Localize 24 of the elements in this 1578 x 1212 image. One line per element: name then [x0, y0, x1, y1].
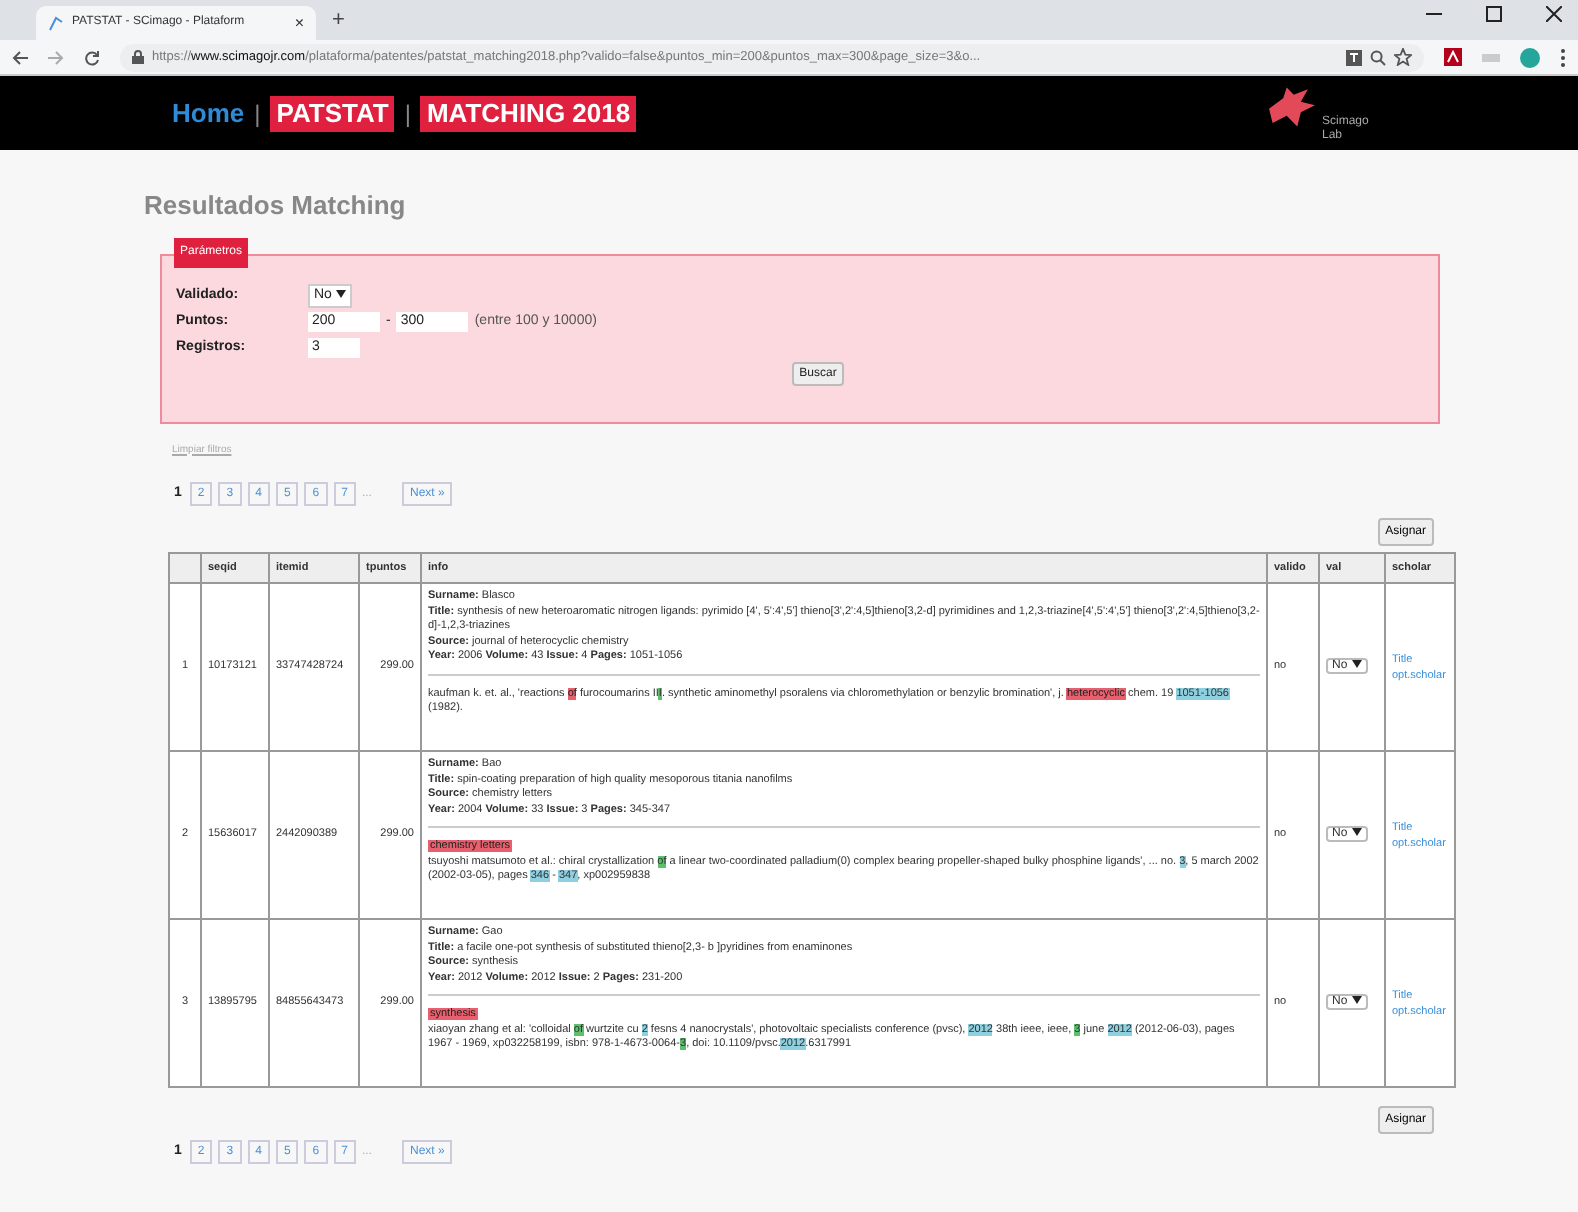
lock-icon: [132, 50, 144, 64]
caret-icon: [1351, 660, 1362, 669]
translate-icon[interactable]: [1346, 49, 1362, 65]
home-link[interactable]: Home: [172, 93, 245, 133]
back-icon[interactable]: [12, 49, 28, 65]
separator: |: [254, 97, 261, 131]
search-icon[interactable]: [1370, 49, 1386, 65]
menu-icon[interactable]: [1560, 47, 1566, 67]
maximize-icon[interactable]: [1486, 6, 1502, 22]
close-icon[interactable]: [1546, 6, 1562, 22]
caret-icon: [1351, 828, 1362, 837]
caret-icon: [1351, 996, 1362, 1005]
nav-link[interactable]: MATCHING 2018: [420, 95, 637, 131]
pdf-icon[interactable]: [1444, 48, 1462, 66]
tab-close-button[interactable]: ×: [294, 11, 304, 35]
nav-link[interactable]: PATSTAT: [270, 95, 395, 131]
new-tab-button[interactable]: +: [332, 3, 345, 36]
page-title: Resultados Matching: [144, 188, 408, 224]
profile-icon[interactable]: [1520, 47, 1540, 67]
reload-icon[interactable]: [84, 49, 100, 65]
separator: |: [404, 97, 411, 131]
page-icon: [48, 15, 64, 31]
star-icon[interactable]: [1394, 48, 1412, 66]
caret-icon: [335, 289, 346, 298]
